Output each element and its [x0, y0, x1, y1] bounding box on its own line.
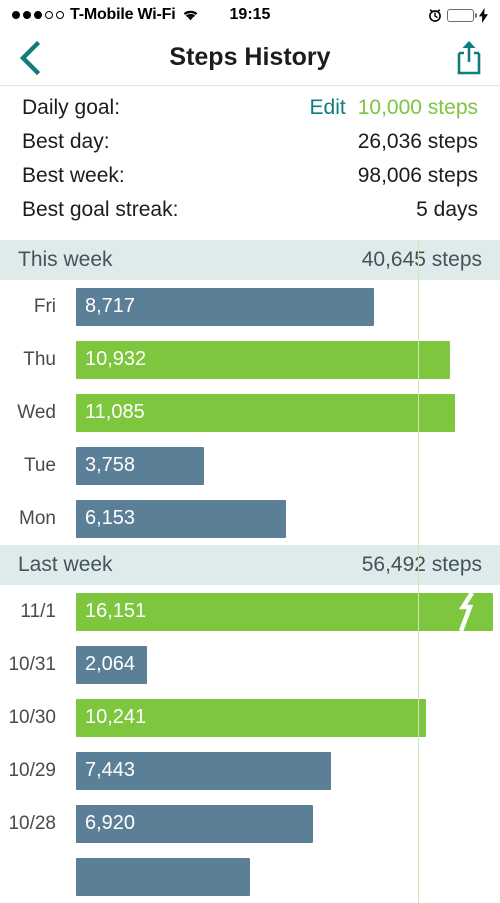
bar-row[interactable]: 11/1 16,151	[0, 585, 500, 638]
navigation-bar: Steps History	[0, 30, 500, 86]
summary-value-group: Edit 10,000 steps	[310, 96, 478, 120]
bar-value-label: 2,064	[85, 653, 136, 675]
bar: 11,085	[76, 393, 456, 432]
bar: 10,932	[76, 340, 450, 379]
summary-value: 10,000 steps	[357, 96, 478, 119]
carrier-label: T-Mobile Wi-Fi	[70, 6, 176, 23]
section-header: Last week 56,492 steps	[0, 545, 500, 585]
bar	[76, 857, 251, 896]
section-title: Last week	[18, 553, 113, 576]
summary-label: Best goal streak:	[22, 198, 179, 221]
lightning-bolt-icon	[479, 7, 488, 23]
bar-row-label: 10/29	[8, 759, 56, 781]
page-title: Steps History	[169, 43, 331, 71]
bar-row-label: Wed	[17, 401, 56, 423]
bar: 10,241	[76, 698, 427, 737]
summary-value: 5 days	[416, 198, 478, 221]
bar-row[interactable]: Tue 3,758	[0, 439, 500, 492]
summary-value-group: 5 days	[416, 198, 478, 222]
bar-value-label: 7,443	[85, 759, 136, 781]
bar: 7,443	[76, 751, 331, 790]
bar-track: 10,932	[76, 333, 500, 386]
bar-row[interactable]	[0, 850, 500, 903]
bar-value-label: 16,151	[85, 600, 147, 622]
bar: 6,153	[76, 499, 287, 538]
bar-row[interactable]: 10/28 6,920	[0, 797, 500, 850]
summary-value: 26,036 steps	[357, 130, 478, 153]
bar-row[interactable]: Fri 8,717	[0, 280, 500, 333]
battery-icon	[447, 8, 477, 22]
summary-row: Best goal streak: 5 days	[22, 198, 478, 232]
section-header: This week 40,645 steps	[0, 240, 500, 280]
signal-strength-icon	[12, 11, 64, 19]
bar-value-label: 10,932	[85, 348, 147, 370]
bar: 6,920	[76, 804, 313, 843]
summary-row: Best day: 26,036 steps	[22, 130, 478, 164]
bar: 16,151	[76, 591, 493, 632]
back-button[interactable]	[0, 30, 60, 86]
bar-track: 6,153	[76, 492, 500, 545]
bar-track: 2,064	[76, 638, 500, 691]
bar-row[interactable]: 10/31 2,064	[0, 638, 500, 691]
truncation-break-icon	[458, 591, 477, 632]
section-total: 40,645 steps	[361, 248, 482, 271]
bar-row[interactable]: Wed 11,085	[0, 386, 500, 439]
summary-label: Daily goal:	[22, 96, 121, 119]
status-bar-left: T-Mobile Wi-Fi	[12, 6, 200, 24]
bar-value-label: 10,241	[85, 706, 147, 728]
summary-row: Daily goal: Edit 10,000 steps	[22, 96, 478, 130]
bar: 8,717	[76, 287, 375, 326]
bar-track	[76, 850, 500, 903]
bar-row-label: 10/31	[8, 653, 56, 675]
share-icon	[457, 40, 481, 74]
summary-value-group: 98,006 steps	[358, 164, 478, 188]
bar-value-label: 3,758	[85, 454, 136, 476]
bar-row-label: Tue	[23, 454, 56, 476]
bar-value-label: 11,085	[85, 401, 145, 423]
bar-row[interactable]: Mon 6,153	[0, 492, 500, 545]
bar-track: 11,085	[76, 386, 500, 439]
summary-label: Best day:	[22, 130, 110, 153]
bar-row[interactable]: Thu 10,932	[0, 333, 500, 386]
status-bar: T-Mobile Wi-Fi 19:15	[0, 0, 500, 30]
bar-row[interactable]: 10/29 7,443	[0, 744, 500, 797]
bar: 2,064	[76, 645, 147, 684]
steps-chart: This week 40,645 steps Fri 8,717 Thu 10,932 We…	[0, 240, 500, 903]
bar-row-label: Fri	[33, 295, 56, 317]
wifi-icon	[181, 8, 200, 22]
bar-row-label: Thu	[23, 348, 56, 370]
bar-row-label: 10/30	[8, 706, 56, 728]
bar-value-label: 6,153	[85, 507, 136, 529]
bar-track: 16,151	[76, 585, 500, 638]
bar-row-label: 10/28	[8, 812, 56, 834]
share-button[interactable]	[438, 30, 500, 86]
status-bar-right	[428, 7, 488, 23]
bar-row[interactable]: 10/30 10,241	[0, 691, 500, 744]
bar-value-label: 6,920	[85, 812, 136, 834]
chevron-left-icon	[19, 40, 41, 75]
section-title: This week	[18, 248, 113, 271]
summary-value-group: 26,036 steps	[358, 130, 478, 154]
summary-value: 98,006 steps	[357, 164, 478, 187]
bar-row-label: Mon	[19, 507, 56, 529]
summary-row: Best week: 98,006 steps	[22, 164, 478, 198]
bar-track: 10,241	[76, 691, 500, 744]
bar-track: 3,758	[76, 439, 500, 492]
bar-value-label: 8,717	[85, 295, 136, 317]
section-total: 56,492 steps	[361, 553, 482, 576]
bar-row-label: 11/1	[20, 600, 56, 622]
summary-label: Best week:	[22, 164, 125, 187]
summary-section: Daily goal: Edit 10,000 steps Best day: 26,0…	[0, 86, 500, 240]
bar: 3,758	[76, 446, 205, 485]
alarm-clock-icon	[428, 8, 442, 22]
bar-track: 8,717	[76, 280, 500, 333]
bar-track: 6,920	[76, 797, 500, 850]
edit-daily-goal-link[interactable]: Edit	[310, 96, 346, 120]
bar-track: 7,443	[76, 744, 500, 797]
